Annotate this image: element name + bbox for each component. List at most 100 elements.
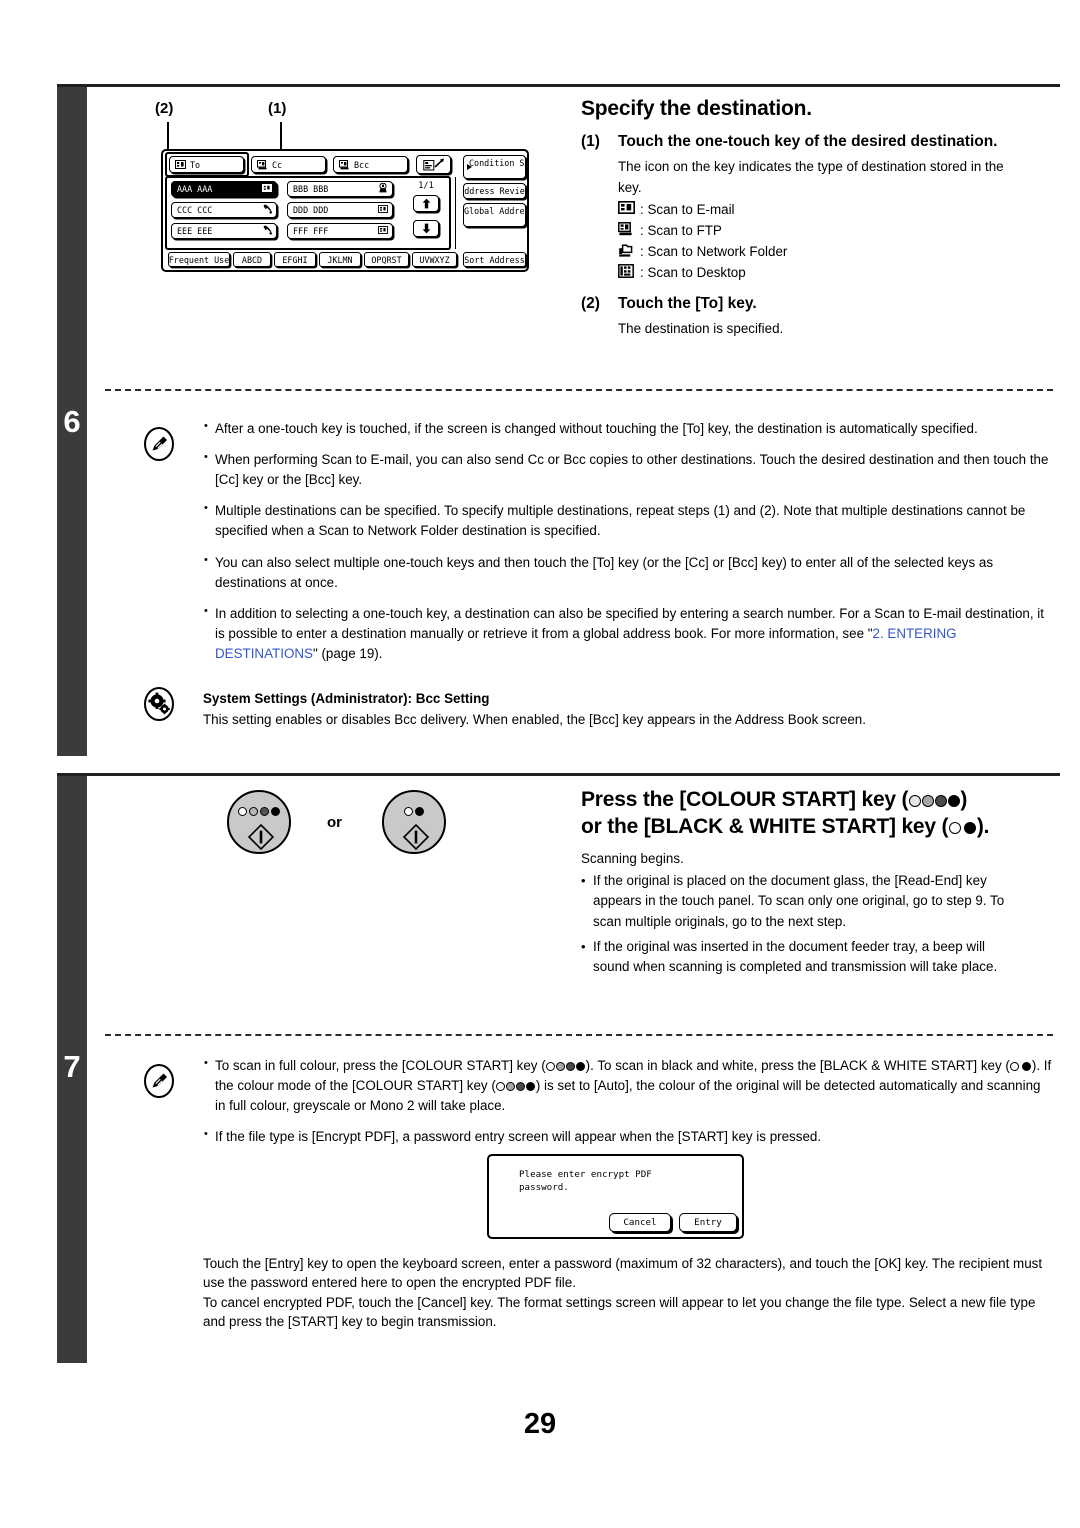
address-entry-key[interactable] (416, 155, 451, 174)
heading-colour-dot-dark (934, 795, 947, 807)
note-item-colour-modes: To scan in full colour, press the [COLOU… (203, 1055, 1053, 1116)
sort-address-label: Sort Address (464, 254, 525, 265)
legend-row-email: : Scan to E-mail (618, 200, 1051, 221)
address-entry-icon (422, 158, 444, 170)
triangle-right-icon (467, 164, 472, 170)
tab-label: UVWXYZ (419, 254, 450, 265)
step-6-heading: Specify the destination. (581, 97, 812, 120)
condition-settings-label: Condition Settings (469, 158, 525, 168)
footer-paragraph-entry: Touch the [Entry] key to open the keyboa… (203, 1256, 1043, 1291)
step-7-instructions: Press the [COLOUR START] key () or the [… (581, 786, 1051, 988)
substep-1-body: The icon on the key indicates the type o… (618, 159, 1004, 196)
one-touch-key-bbb[interactable]: BBB BBB (287, 181, 393, 197)
fax-icon (263, 204, 272, 216)
email-icon (378, 226, 388, 236)
encrypt-pdf-entry-button[interactable]: Entry (679, 1213, 737, 1232)
touch-panel-illustration: (2) (1) To Cc Bcc AAA AAA BBB BBB CCC CC… (147, 100, 547, 290)
sort-address-key[interactable]: Sort Address (463, 252, 526, 267)
note-item-with-link: In addition to selecting a one-touch key… (203, 603, 1053, 664)
desktop-icon (378, 182, 388, 195)
scroll-down-key[interactable] (413, 220, 439, 237)
index-tab-uvwxyz[interactable]: UVWXYZ (412, 252, 457, 267)
colour-start-key[interactable] (227, 790, 291, 854)
tab-label: EFGHI (282, 254, 308, 265)
encrypt-pdf-cancel-button[interactable]: Cancel (609, 1213, 671, 1232)
substep-2-body: The destination is specified. (618, 321, 784, 337)
legend-row-network-folder: : Scan to Network Folder (618, 242, 1051, 263)
note-item-encrypt-pdf: If the file type is [Encrypt PDF], a pas… (203, 1126, 1053, 1147)
legend-row-ftp: : Scan to FTP (618, 221, 1051, 242)
step-7-heading-line1-post: ) (960, 788, 968, 811)
note-part-2: ). To scan in black and white, press the… (585, 1058, 1010, 1073)
colour-dot-black (271, 807, 280, 816)
condition-settings-key[interactable]: Condition Settings (463, 155, 526, 179)
email-icon (378, 205, 388, 215)
bw-mode-dots (404, 807, 424, 816)
fax-icon (263, 225, 272, 237)
substep-2: (2) Touch the [To] key. The destination … (581, 294, 1051, 340)
address-review-label: Address Review (464, 186, 525, 196)
heading-colour-dot-light (921, 795, 934, 807)
index-tab-frequent-use[interactable]: Frequent Use (168, 252, 230, 267)
colour-dot-dark (260, 807, 269, 816)
note-colour-dot-light (556, 1062, 566, 1071)
or-label: or (327, 814, 342, 831)
legend-label-desktop: : Scan to Desktop (640, 265, 746, 281)
note-bw-dot-black (1022, 1062, 1032, 1071)
index-tab-jklmn[interactable]: JKLMN (319, 252, 361, 267)
encrypt-pdf-message: Please enter encrypt PDF password. (519, 1169, 652, 1194)
one-touch-key-eee[interactable]: EEE EEE (171, 223, 277, 239)
bw-dot-white (404, 807, 413, 816)
bcc-key[interactable]: Bcc (333, 156, 408, 173)
step-block-7: 7 or Press the [COLOUR START] key () or… (57, 773, 1060, 1363)
note-item: After a one-touch key is touched, if the… (203, 418, 1053, 439)
index-tab-efghi[interactable]: EFGHI (274, 252, 316, 267)
global-address-search-key[interactable]: Global Address Search (463, 203, 526, 227)
scroll-down-arrow-icon (422, 223, 430, 234)
note-pencil-icon (142, 1064, 176, 1098)
index-tab-opqrst[interactable]: OPQRST (364, 252, 409, 267)
system-settings-title: System Settings (Administrator): Bcc Set… (203, 691, 490, 706)
cc-email-icon (257, 159, 267, 169)
scroll-up-key[interactable] (413, 195, 439, 212)
cc-key[interactable]: Cc (251, 156, 326, 173)
cc-key-label: Cc (272, 159, 283, 170)
one-touch-key-ddd[interactable]: DDD DDD (287, 202, 393, 218)
colour-dot-light (249, 807, 258, 816)
system-settings-body: This setting enables or disables Bcc del… (203, 711, 866, 727)
heading-bw-dot-black (964, 822, 977, 835)
colour-mode-dots (238, 807, 280, 816)
step-7-heading-line2-pre: or the [BLACK & WHITE START] key ( (581, 815, 949, 839)
index-tab-abcd[interactable]: ABCD (233, 252, 271, 267)
one-touch-key-ccc[interactable]: CCC CCC (171, 202, 277, 218)
substep-1-title: Touch the one-touch key of the desired d… (618, 133, 998, 150)
global-address-search-label: Global Address Search (464, 206, 525, 216)
legend-label-network-folder: : Scan to Network Folder (640, 244, 788, 260)
page-number: 29 (523, 1408, 557, 1440)
one-touch-key-aaa[interactable]: AAA AAA (171, 181, 277, 197)
colour-dot-white (238, 807, 247, 816)
callout-label-1: (1) (268, 100, 287, 117)
note-text-after: " (page 19). (312, 645, 383, 661)
one-touch-key-label: FFF FFF (293, 226, 329, 236)
legend-row-desktop: : Scan to Desktop (618, 263, 1051, 284)
black-white-start-key[interactable] (382, 790, 446, 854)
bullet-item: If the original was inserted in the docu… (581, 937, 1021, 977)
cancel-button-label: Cancel (623, 1217, 657, 1228)
icon-legend: : Scan to E-mail : Scan to FTP: Scan to… (618, 200, 1051, 284)
tab-label: JKLMN (327, 254, 353, 265)
address-book-screen: To Cc Bcc AAA AAA BBB BBB CCC CCC DDD DD… (161, 149, 529, 272)
substep-1: (1) Touch the one-touch key of the desir… (581, 132, 1051, 284)
substep-1-marker: (1) (581, 133, 600, 150)
note-pencil-icon (142, 427, 176, 461)
address-review-key[interactable]: Address Review (463, 183, 526, 199)
tab-label: ABCD (241, 254, 263, 265)
heading-colour-dot-black (947, 795, 960, 807)
one-touch-key-fff[interactable]: FFF FFF (287, 223, 393, 239)
footer-paragraph-cancel: To cancel encrypted PDF, touch the [Canc… (203, 1294, 1036, 1330)
one-touch-key-label: BBB BBB (293, 184, 329, 194)
one-touch-key-label: CCC CCC (177, 205, 213, 215)
bcc-email-icon (339, 159, 349, 169)
step-6-note-list: After a one-touch key is touched, if the… (203, 418, 1053, 675)
heading-bw-dot-white (948, 822, 961, 835)
